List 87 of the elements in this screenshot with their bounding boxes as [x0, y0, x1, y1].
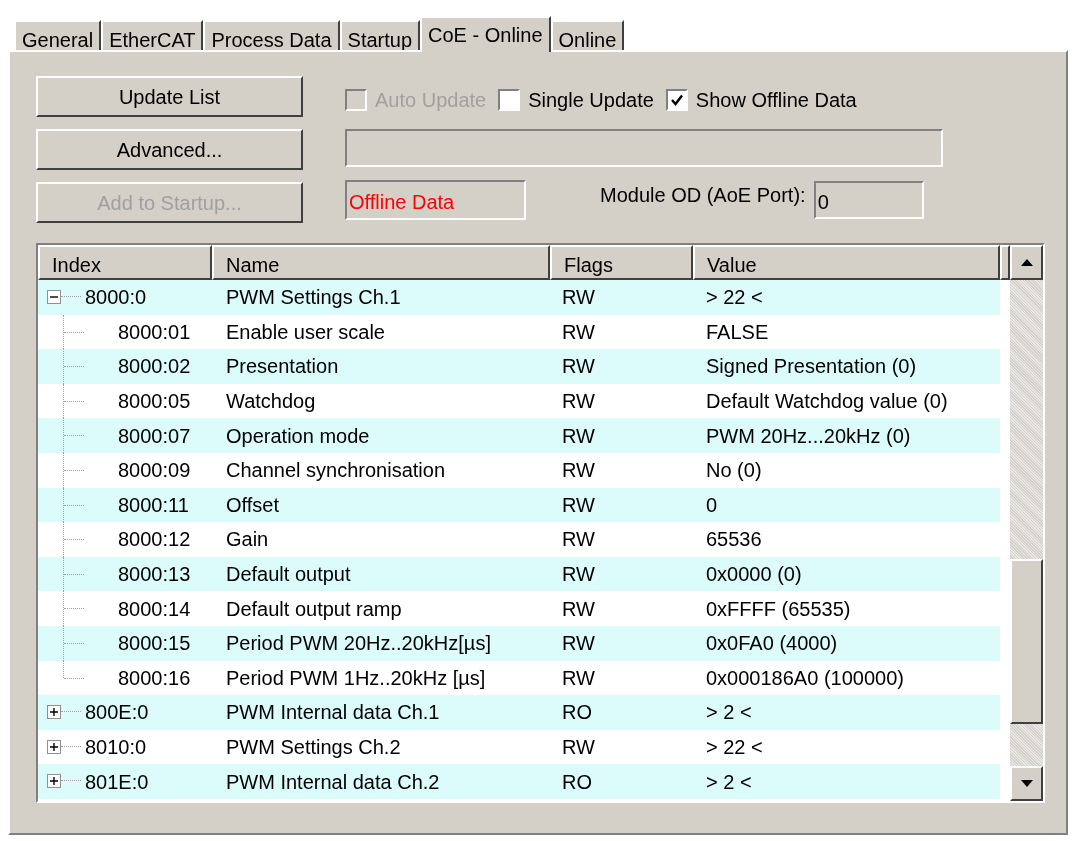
value-text: 0xFFFF (65535) [706, 597, 851, 620]
value-text: 65536 [706, 528, 762, 551]
flags-text: RW [562, 597, 595, 620]
flags-text: RW [562, 320, 595, 343]
tab[interactable]: General [14, 20, 102, 50]
name-text: Enable user scale [226, 320, 385, 343]
value-text: Default Watchdog value (0) [706, 390, 948, 413]
flags-text: RW [562, 632, 595, 655]
name-text: Default output [226, 563, 351, 586]
text-field[interactable] [345, 129, 943, 167]
index-text: 8000:16 [118, 665, 191, 691]
index-text: 8000:15 [118, 631, 191, 657]
column-header[interactable]: Index [38, 245, 212, 280]
tab[interactable]: Startup [339, 20, 421, 50]
value-text: 0 [706, 493, 718, 516]
value-text: > 22 < [706, 286, 763, 309]
index-text: 8000:11 [118, 492, 189, 518]
column-header[interactable]: Flags [550, 245, 693, 280]
flags-text: RW [562, 493, 595, 516]
name-text: Offset [226, 493, 279, 516]
name-text: Default output ramp [226, 597, 402, 620]
flags-text: RW [562, 390, 595, 413]
name-text: PWM Settings Ch.2 [226, 736, 401, 758]
name-text: Period PWM 20Hz..20kHz[µs] [226, 632, 491, 655]
index-text: 8000:02 [118, 354, 191, 380]
tab[interactable]: Online [550, 20, 625, 50]
push-button[interactable]: Update List [36, 76, 303, 117]
flags-text: RW [562, 563, 595, 586]
value-text: 0x0000 (0) [706, 563, 802, 586]
checkmark-icon [669, 92, 684, 107]
flags-text: RW [562, 459, 595, 482]
column-header[interactable]: Name [212, 245, 550, 280]
flags-text: RO [562, 770, 592, 793]
push-button[interactable]: Advanced... [36, 129, 303, 170]
input-field[interactable]: 0 [813, 181, 924, 219]
checkbox[interactable]: Show Offline Data [665, 84, 857, 115]
name-text: Channel synchronisation [226, 459, 446, 482]
tab[interactable]: EtherCAT [101, 20, 204, 50]
value-text: Signed Presentation (0) [706, 355, 917, 378]
flags-text: RW [562, 286, 595, 309]
expand-icon[interactable] [47, 705, 61, 720]
index-text: 8000:05 [118, 389, 191, 415]
index-text: 8000:14 [118, 596, 191, 622]
value-text: 0x000186A0 (100000) [706, 666, 904, 689]
column-header[interactable]: Value [693, 245, 1000, 280]
index-text: 801E:0 [85, 769, 149, 795]
scrollbar-thumb[interactable] [1010, 559, 1043, 724]
value-text: > 2 < [706, 770, 752, 793]
value-text: > 2 < [706, 701, 752, 724]
name-text: PWM Internal data Ch.2 [226, 770, 440, 793]
index-text: 8000:12 [118, 527, 191, 553]
index-text: 8000:13 [118, 562, 191, 588]
checkbox[interactable]: Single Update [498, 84, 654, 115]
tab[interactable]: CoE - Online [420, 16, 551, 52]
value-text: FALSE [706, 320, 769, 343]
flags-text: RW [562, 736, 595, 758]
value-text: PWM 20Hz...20kHz (0) [706, 424, 911, 447]
up-arrow-icon[interactable] [1020, 259, 1033, 266]
tab[interactable]: Process Data [203, 20, 340, 50]
status-field: Offline Data [345, 180, 526, 220]
value-text: > 22 < [706, 736, 763, 758]
index-text: 8000:01 [118, 319, 191, 345]
flags-text: RW [562, 528, 595, 551]
name-text: Operation mode [226, 424, 370, 447]
field-label: Module OD (AoE Port): [600, 183, 806, 208]
expand-icon[interactable] [47, 739, 61, 754]
name-text: PWM Settings Ch.1 [226, 286, 401, 309]
name-text: PWM Internal data Ch.1 [226, 701, 440, 724]
index-text: 8000:0 [85, 285, 147, 311]
expand-icon[interactable] [47, 774, 61, 789]
index-text: 8010:0 [85, 735, 147, 760]
flags-text: RW [562, 666, 595, 689]
index-text: 800E:0 [85, 700, 149, 726]
name-text: Watchdog [226, 390, 316, 413]
value-text: No (0) [706, 459, 762, 482]
scrollbar[interactable] [1010, 245, 1043, 801]
flags-text: RO [562, 701, 592, 724]
flags-text: RW [562, 355, 595, 378]
collapse-icon[interactable] [47, 290, 61, 304]
flags-text: RW [562, 424, 595, 447]
index-text: 8000:07 [118, 423, 191, 449]
name-text: Presentation [226, 355, 339, 378]
name-text: Period PWM 1Hz..20kHz [µs] [226, 666, 486, 689]
name-text: Gain [226, 528, 269, 551]
down-arrow-icon[interactable] [1020, 780, 1033, 787]
index-text: 8000:09 [118, 458, 191, 484]
value-text: 0x0FA0 (4000) [706, 632, 838, 655]
